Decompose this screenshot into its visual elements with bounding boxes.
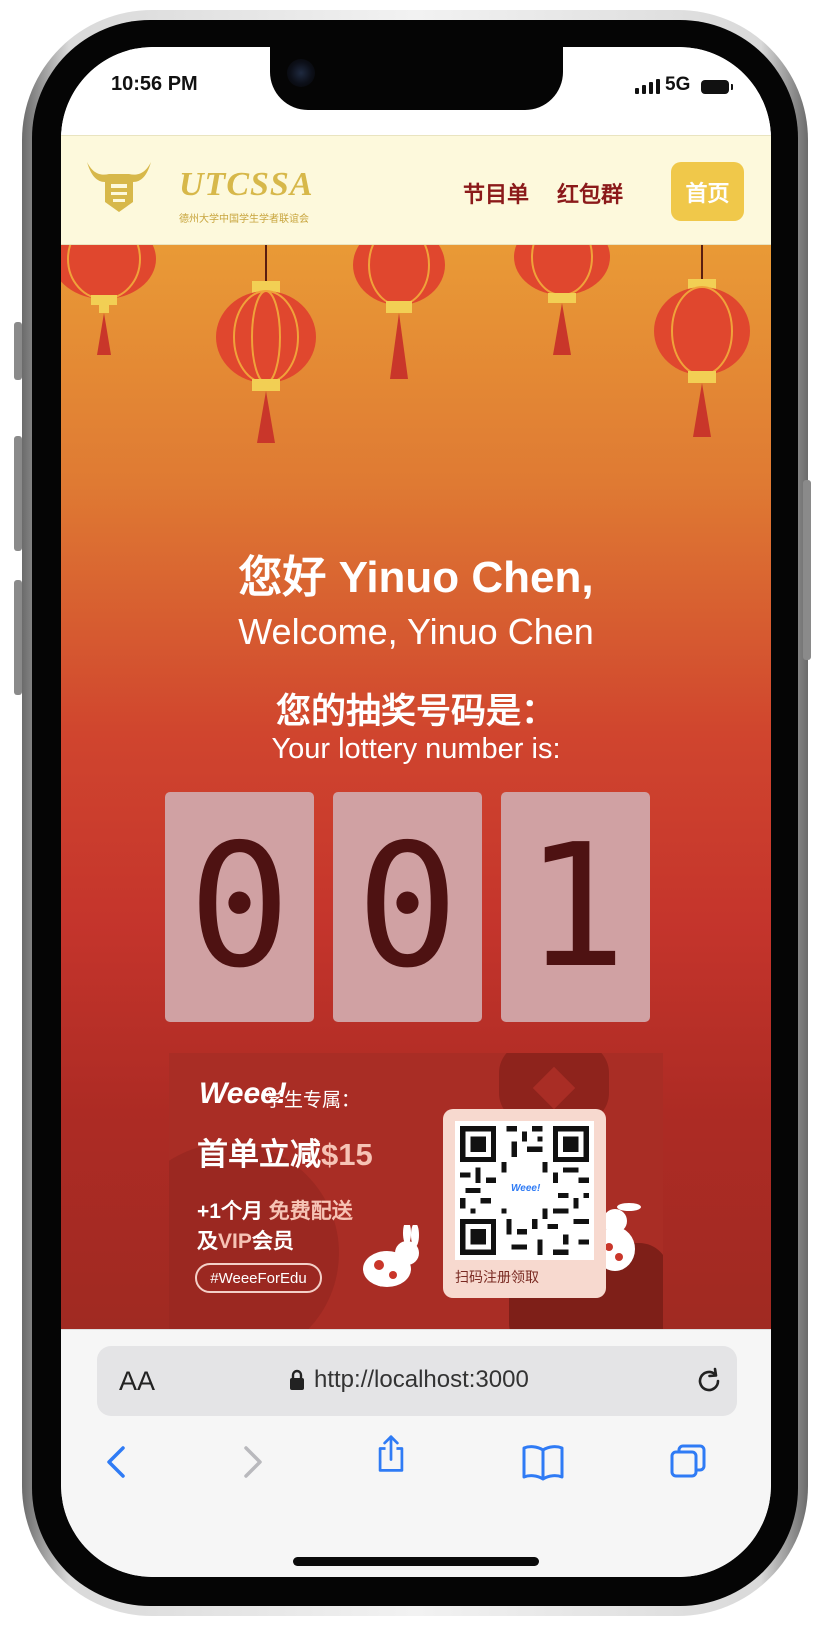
lantern-icon <box>654 245 750 437</box>
ox-head-icon <box>87 162 151 212</box>
ad-offer: 首单立减$15 <box>197 1129 373 1174</box>
battery-icon <box>701 80 733 94</box>
volume-down-button <box>14 580 22 695</box>
qr-brand-label: Weee! <box>511 1183 541 1194</box>
qr-code-icon: Weee! <box>455 1121 594 1260</box>
lantern-icon <box>353 245 445 379</box>
address-bar[interactable]: AA http://localhost:3000 <box>97 1346 737 1416</box>
network-label: 5G <box>665 74 691 95</box>
lottery-label-en: Your lottery number is: <box>271 733 561 765</box>
url-group[interactable]: http://localhost:3000 <box>289 1366 529 1394</box>
utcssa-logo[interactable]: UTCSSA 德州大学中国学生学者联谊会 <box>83 152 313 225</box>
mute-switch <box>14 322 22 380</box>
status-time: 10:56 PM <box>111 73 198 95</box>
volume-up-button <box>14 436 22 551</box>
ad-headline: 学生专属： <box>265 1090 361 1111</box>
qr-card[interactable]: Weee! 扫码注册领取 <box>443 1109 606 1298</box>
signal-icon <box>635 79 660 94</box>
lantern-decoration <box>61 245 750 443</box>
status-bar: 10:56 PM 5G <box>61 47 771 135</box>
share-icon[interactable] <box>371 1434 411 1474</box>
lantern-icon <box>61 245 156 355</box>
ad-free-delivery-prefix: +1个月 <box>197 1200 269 1223</box>
ad-vip: 及VIP会员 <box>197 1225 294 1255</box>
ad-vip-prefix: 及 <box>197 1230 218 1253</box>
qr-caption: 扫码注册领取 <box>455 1269 539 1285</box>
lottery-digit-1: 0 <box>165 792 314 1022</box>
ad-vip-suffix: 会员 <box>251 1230 294 1253</box>
lock-icon <box>290 1369 304 1390</box>
notch <box>270 47 563 110</box>
ad-offer-amount: $15 <box>321 1137 373 1172</box>
lantern-icon <box>514 245 610 355</box>
rabbit-icon <box>363 1225 419 1287</box>
phone-screen: 10:56 PM 5G UTCSSA 德州大学中国学生学者联谊会 节目单 红包群… <box>61 47 771 1577</box>
site-header: UTCSSA 德州大学中国学生学者联谊会 节目单 红包群 首页 <box>61 135 771 245</box>
greeting-english: Welcome, Yinuo Chen <box>238 611 594 652</box>
logo-subtitle: 德州大学中国学生学者联谊会 <box>179 214 309 225</box>
logo-text: UTCSSA <box>179 166 314 203</box>
home-indicator[interactable] <box>293 1557 539 1566</box>
back-icon[interactable] <box>98 1442 138 1482</box>
weee-ad-banner[interactable]: Weee! 学生专属： 首单立减$15 +1个月 免费配送 及VIP会员 #We… <box>169 1053 663 1329</box>
ad-free-delivery: +1个月 免费配送 <box>197 1195 353 1225</box>
browser-toolbar: AA http://localhost:3000 <box>61 1329 771 1577</box>
nav-home-button[interactable]: 首页 <box>671 162 744 221</box>
reload-icon[interactable] <box>693 1365 725 1397</box>
text-size-button[interactable]: AA <box>119 1366 155 1397</box>
lottery-digit-2: 0 <box>333 792 482 1022</box>
nav-red-packet-link[interactable]: 红包群 <box>557 177 623 209</box>
ad-vip-highlight: VIP <box>218 1230 252 1253</box>
ad-free-delivery-highlight: 免费配送 <box>268 1200 353 1223</box>
bookmarks-icon[interactable] <box>521 1442 565 1482</box>
url-text: http://localhost:3000 <box>314 1366 529 1393</box>
front-camera <box>287 59 315 87</box>
ad-hashtag: #WeeeForEdu <box>195 1263 322 1293</box>
nav-program-link[interactable]: 节目单 <box>463 177 529 209</box>
forward-icon[interactable] <box>231 1442 271 1482</box>
lottery-page: 您好 Yinuo Chen, Welcome, Yinuo Chen 您的抽奖号… <box>61 245 771 1329</box>
greeting-chinese: 您好 Yinuo Chen, <box>238 553 594 602</box>
tabs-icon[interactable] <box>668 1442 708 1482</box>
lottery-label-zh: 您的抽奖号码是： <box>275 692 556 731</box>
lottery-digit-3: 1 <box>501 792 650 1022</box>
ad-offer-text: 首单立减 <box>197 1137 321 1172</box>
power-button <box>803 480 811 660</box>
lantern-icon <box>216 245 316 443</box>
